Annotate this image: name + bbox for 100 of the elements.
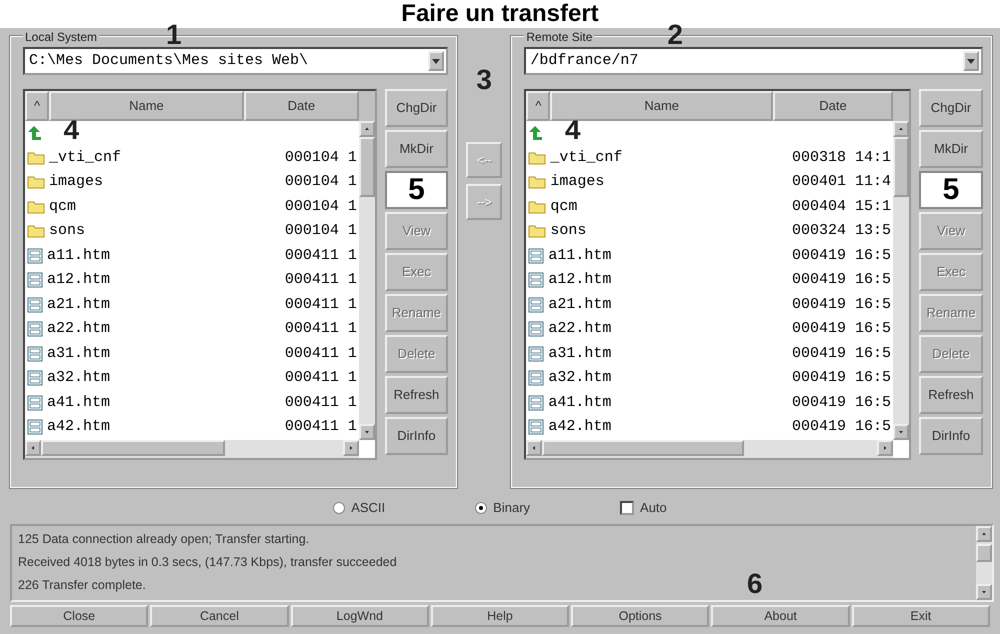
scrollbar-thumb[interactable] xyxy=(358,137,375,197)
column-header[interactable]: Name xyxy=(49,91,244,121)
file-name[interactable]: qcm xyxy=(49,196,76,218)
file-date: 000411 1 xyxy=(284,246,358,266)
path-dropdown[interactable]: /bdfrance/n7 xyxy=(524,47,983,75)
toolbar-button[interactable]: Close xyxy=(10,605,148,627)
file-name[interactable]: a22.htm xyxy=(548,318,612,340)
column-header[interactable]: Date xyxy=(773,91,894,121)
dropdown-caret-icon xyxy=(967,58,975,64)
scroll-right-button[interactable] xyxy=(877,440,894,456)
file-name[interactable]: a12.htm xyxy=(47,269,110,292)
file-name[interactable]: a32.htm xyxy=(47,367,110,390)
option-label: Auto xyxy=(640,499,667,518)
scroll-left-button[interactable] xyxy=(25,440,41,456)
folder-icon xyxy=(27,200,45,214)
binary-file-icon xyxy=(27,248,43,264)
toolbar-button[interactable]: Exit xyxy=(852,605,990,627)
up-arrow-icon[interactable] xyxy=(528,125,542,142)
scroll-down-button[interactable] xyxy=(893,424,910,440)
file-name[interactable]: a41.htm xyxy=(548,392,612,414)
file-name[interactable]: a21.htm xyxy=(47,294,110,316)
binary-file-icon xyxy=(528,370,544,386)
file-date: 000104 1 xyxy=(284,148,358,168)
side-button[interactable]: Refresh xyxy=(384,376,448,414)
toolbar-button[interactable]: Cancel xyxy=(150,605,289,627)
column-header[interactable]: Date xyxy=(244,91,359,121)
folder-icon xyxy=(528,200,546,214)
up-arrow-icon[interactable] xyxy=(27,125,41,142)
callout-number: 2 xyxy=(667,21,683,49)
toolbar-button[interactable]: Options xyxy=(571,605,710,627)
horizontal-scrollbar[interactable] xyxy=(526,440,894,458)
folder-icon xyxy=(27,150,45,165)
log-line: Received 4018 bytes in 0.3 secs, (147.73 Kbps), transfer succeeded xyxy=(18,554,397,571)
file-date: 000419 16:5 xyxy=(792,270,892,290)
side-button[interactable]: Refresh xyxy=(919,376,983,414)
vertical-scrollbar[interactable] xyxy=(358,121,375,440)
file-name[interactable]: a42.htm xyxy=(47,416,110,438)
side-button[interactable]: MkDir xyxy=(919,130,983,168)
side-button[interactable]: ChgDir xyxy=(384,89,448,127)
file-name[interactable]: a31.htm xyxy=(548,342,612,365)
file-name[interactable]: sons xyxy=(550,220,586,242)
checkbox[interactable] xyxy=(620,501,634,515)
scrollbar-thumb[interactable] xyxy=(542,440,744,456)
file-name[interactable]: a12.htm xyxy=(548,269,612,292)
side-button[interactable]: DirInfo xyxy=(384,417,448,455)
file-name[interactable]: a41.htm xyxy=(47,392,110,414)
path-dropdown[interactable]: C:\Mes Documents\Mes sites Web\ xyxy=(23,47,448,75)
file-name[interactable]: images xyxy=(550,171,604,194)
callout-number: 4 xyxy=(63,119,80,147)
file-name[interactable]: sons xyxy=(49,220,86,242)
vertical-scrollbar[interactable] xyxy=(976,526,992,600)
binary-file-icon xyxy=(27,296,43,313)
scroll-up-button[interactable] xyxy=(976,526,992,542)
option-label: ASCII xyxy=(351,499,386,518)
file-name[interactable]: a32.htm xyxy=(548,367,612,390)
radio-button[interactable] xyxy=(333,502,346,514)
page-title: Faire un transfert xyxy=(401,2,599,26)
toolbar-button[interactable]: Help xyxy=(430,605,570,627)
file-name[interactable]: qcm xyxy=(550,196,578,218)
radio-button[interactable] xyxy=(475,502,488,514)
file-name[interactable]: _vti_cnf xyxy=(550,146,622,169)
scroll-up-button[interactable] xyxy=(358,121,375,137)
scroll-down-button[interactable] xyxy=(976,584,992,600)
file-name[interactable]: _vti_cnf xyxy=(49,146,122,169)
callout-number: 5 xyxy=(384,171,448,209)
file-date: 000104 1 xyxy=(284,221,358,241)
file-name[interactable]: a21.htm xyxy=(548,294,612,316)
scrollbar-thumb[interactable] xyxy=(893,137,910,197)
scroll-right-button[interactable] xyxy=(342,440,359,456)
side-button[interactable]: DirInfo xyxy=(919,417,983,455)
vertical-scrollbar[interactable] xyxy=(893,121,910,440)
file-date: 000411 1 xyxy=(284,417,358,437)
side-button[interactable]: MkDir xyxy=(384,130,448,168)
file-name[interactable]: a31.htm xyxy=(47,342,110,365)
file-date: 000404 15:1 xyxy=(792,196,892,216)
file-name[interactable]: images xyxy=(49,171,104,194)
side-button[interactable]: ChgDir xyxy=(919,89,983,127)
scroll-left-button[interactable] xyxy=(526,440,542,456)
file-name[interactable]: a11.htm xyxy=(47,244,110,267)
file-date: 000419 16:5 xyxy=(792,246,892,266)
triangle-icon xyxy=(362,125,371,133)
scrollbar-thumb[interactable] xyxy=(41,440,225,456)
folder-icon xyxy=(528,224,546,238)
scrollbar-thumb[interactable] xyxy=(976,544,992,562)
file-date: 000411 1 xyxy=(284,368,358,388)
file-name[interactable]: a11.htm xyxy=(548,244,612,267)
log-line: 125 Data connection already open; Transfer starting. xyxy=(18,531,310,548)
column-header[interactable]: Name xyxy=(550,91,774,121)
file-date: 000419 16:5 xyxy=(792,319,892,339)
scroll-up-button[interactable] xyxy=(893,121,910,137)
file-name[interactable]: a22.htm xyxy=(47,318,110,340)
scroll-down-button[interactable] xyxy=(358,424,375,440)
file-date: 000401 11:4 xyxy=(792,172,892,192)
toolbar-button[interactable]: LogWnd xyxy=(290,605,429,627)
toolbar-button[interactable]: About xyxy=(711,605,850,627)
horizontal-scrollbar[interactable] xyxy=(25,440,359,458)
file-name[interactable]: a42.htm xyxy=(548,416,612,438)
column-header[interactable]: ^ xyxy=(526,91,550,121)
column-header[interactable]: ^ xyxy=(25,91,49,121)
binary-file-icon xyxy=(528,321,544,338)
